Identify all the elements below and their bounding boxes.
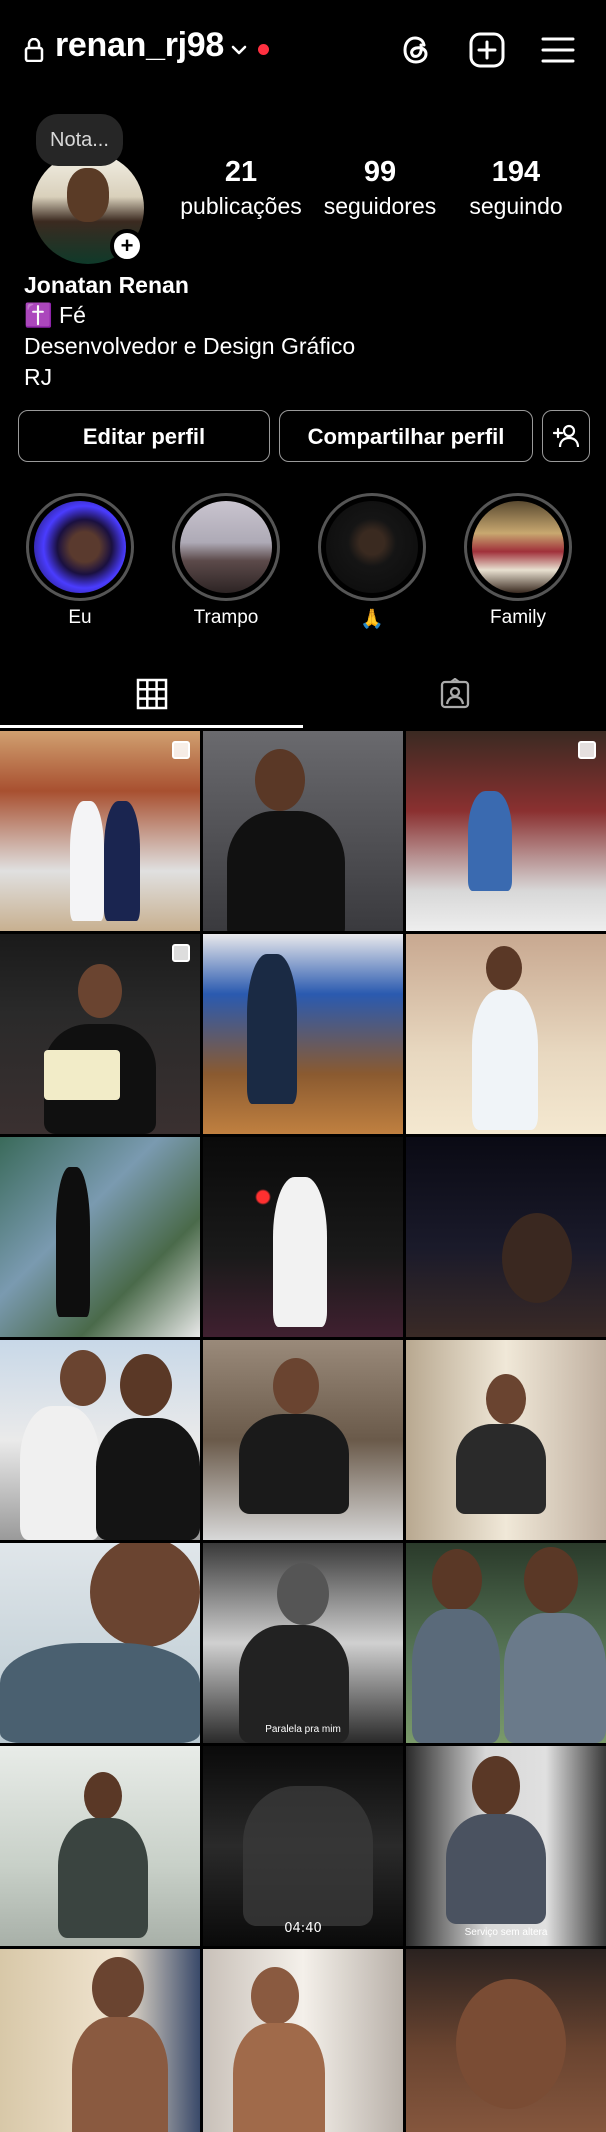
post-tile[interactable]: [203, 934, 403, 1134]
tagged-icon: [440, 678, 470, 709]
chevron-down-icon[interactable]: [229, 40, 249, 60]
profile-name: Jonatan Renan: [24, 272, 189, 298]
post-tile[interactable]: [0, 1137, 200, 1337]
add-person-icon: [553, 424, 579, 448]
carousel-icon: [172, 944, 190, 962]
post-tile[interactable]: [0, 1543, 200, 1743]
post-tile[interactable]: [406, 1543, 606, 1743]
post-tile[interactable]: [0, 1746, 200, 1946]
profile-tabs: [0, 660, 606, 730]
grid-tab[interactable]: [0, 660, 303, 730]
stat-following[interactable]: 194 seguindo: [441, 156, 591, 220]
menu-icon[interactable]: [538, 30, 578, 70]
username[interactable]: renan_rj98: [55, 26, 224, 65]
threads-icon[interactable]: [397, 30, 437, 70]
discover-people-button[interactable]: [542, 410, 590, 462]
lock-icon: [24, 38, 44, 62]
bio-line: ✝️ Fé: [24, 302, 86, 328]
stat-followers[interactable]: 99 seguidores: [305, 156, 455, 220]
add-story-icon[interactable]: +: [110, 229, 144, 263]
grid-icon: [136, 678, 168, 710]
carousel-icon: [578, 741, 596, 759]
post-tile[interactable]: [406, 934, 606, 1134]
post-tile[interactable]: Paralela pra mim: [203, 1543, 403, 1743]
edit-profile-button[interactable]: Editar perfil: [18, 410, 270, 462]
post-tile[interactable]: 04:40: [203, 1746, 403, 1946]
post-caption: Serviço sem altera: [464, 1927, 548, 1938]
post-tile[interactable]: [406, 1137, 606, 1337]
post-tile[interactable]: [203, 1949, 403, 2132]
stat-posts[interactable]: 21 publicações: [166, 156, 316, 220]
post-tile[interactable]: [0, 1949, 200, 2132]
post-tile[interactable]: [406, 731, 606, 931]
post-tile[interactable]: [0, 1340, 200, 1540]
post-tile[interactable]: [0, 934, 200, 1134]
post-tile[interactable]: Serviço sem altera: [406, 1746, 606, 1946]
new-post-icon[interactable]: [467, 30, 507, 70]
carousel-icon: [172, 741, 190, 759]
post-tile[interactable]: [203, 1340, 403, 1540]
post-caption: Paralela pra mim: [265, 1724, 341, 1735]
note-bubble[interactable]: Nota...: [36, 114, 123, 166]
post-tile[interactable]: [406, 1949, 606, 2132]
video-duration: 04:40: [284, 1921, 322, 1936]
post-tile[interactable]: [203, 731, 403, 931]
share-profile-button[interactable]: Compartilhar perfil: [279, 410, 533, 462]
top-bar: renan_rj98: [0, 0, 606, 104]
post-tile[interactable]: [0, 731, 200, 931]
bio-line: RJ: [24, 364, 53, 390]
bio-line: Desenvolvedor e Design Gráfico: [24, 333, 356, 359]
post-tile[interactable]: [406, 1340, 606, 1540]
tagged-tab[interactable]: [303, 660, 606, 730]
post-tile[interactable]: [203, 1137, 403, 1337]
active-tab-indicator: [0, 725, 303, 728]
notification-dot: [258, 44, 269, 55]
